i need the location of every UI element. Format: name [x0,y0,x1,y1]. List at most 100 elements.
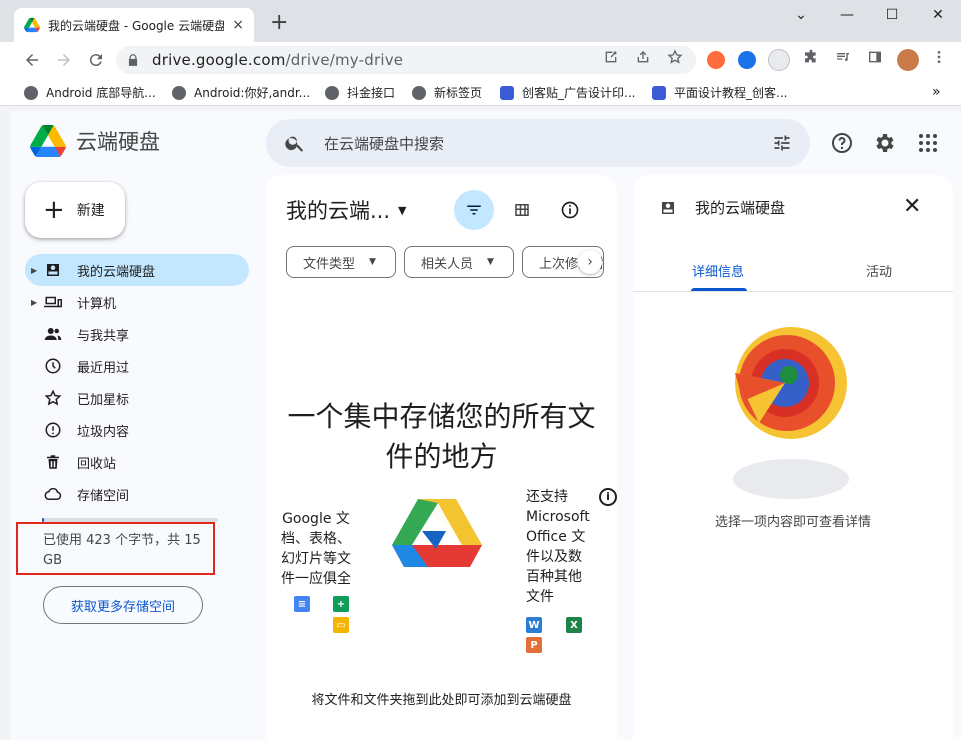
get-more-storage-button[interactable]: 获取更多存储空间 [43,586,203,624]
bookmarks-overflow-icon[interactable]: » [932,84,941,100]
drive-app: 云端硬盘 在云端硬盘中搜索 + 新建 ▶ 我的云端硬盘 ▶ 计算机 与我共享 最… [10,111,961,740]
tab-close-icon[interactable]: × [232,17,244,33]
star-icon [43,388,63,408]
sidebar-item-storage[interactable]: 存储空间 [25,478,249,510]
sidebar-item-my-drive[interactable]: ▶ 我的云端硬盘 [25,254,249,286]
sidebar-item-spam[interactable]: 垃圾内容 [25,414,249,446]
forward-icon[interactable] [52,48,76,72]
docs-icon: ≡ [294,596,310,612]
url-host: drive.google.com [152,51,286,69]
bookmark-item[interactable]: Android:你好,andr... [172,84,310,101]
page-title-text: 我的云端... [286,199,391,223]
globe-icon [412,85,426,100]
info-icon[interactable]: i [599,488,617,506]
details-title: 我的云端硬盘 [695,199,786,217]
main-content: 我的云端... ▼ 文件类型▼ 相关人员▼ 上次修改时间 › 一个集中存储您的所… [266,175,617,740]
search-icon[interactable] [284,132,306,154]
close-icon[interactable]: ✕ [903,195,921,219]
drive-icon [662,201,674,214]
office-support-text: 还支持 Microsoft Office 文件以及数百种其他文件 [526,489,590,605]
chevron-right-icon[interactable]: › [578,250,602,274]
sheets-icon: + [333,596,349,612]
extension-3-icon[interactable] [768,49,790,71]
browser-tab-bar: 我的云端硬盘 - Google 云端硬盘 × + ⌄ — ☐ ✕ [0,0,961,42]
sidebar-item-label: 回收站 [77,456,117,472]
drive-logo-link[interactable]: 云端硬盘 [30,125,160,157]
bookmark-star-icon[interactable] [666,48,684,66]
browser-menu-icon[interactable] [930,48,948,66]
expand-arrow-icon[interactable]: ▶ [31,266,37,275]
help-icon[interactable] [830,131,854,155]
reload-icon[interactable] [84,48,108,72]
lock-icon [128,54,138,66]
bookmark-label: 创客贴_广告设计印... [522,86,636,100]
new-button[interactable]: + 新建 [25,182,125,238]
slides-icon: ▭ [333,617,349,633]
chip-label: 文件类型 [303,256,356,272]
view-details-button[interactable] [558,198,582,222]
filter-chip-type[interactable]: 文件类型 ▼ [286,246,396,278]
side-panel-icon[interactable] [866,48,884,66]
details-panel: 我的云端硬盘 ✕ 详细信息 活动 选择一项内容即可查看详情 [633,175,953,740]
excel-icon: X [566,617,582,633]
close-window-icon[interactable]: ✕ [923,4,953,26]
bookmark-label: 新标签页 [434,86,483,100]
sidebar-item-starred[interactable]: 已加星标 [25,382,249,414]
filter-toggle-button[interactable] [454,190,494,230]
drive-logo-icon [30,125,66,157]
sidebar-item-label: 我的云端硬盘 [77,264,156,280]
storage-usage-text: 已使用 423 个字节，共 15 GB [43,533,201,568]
back-icon[interactable] [20,48,44,72]
extension-1-icon[interactable] [707,51,725,69]
extensions-puzzle-icon[interactable] [802,48,820,66]
tab-search-icon[interactable]: ⌄ [786,4,816,26]
sidebar-item-computers[interactable]: ▶ 计算机 [25,286,249,318]
search-input[interactable]: 在云端硬盘中搜索 [324,133,444,154]
bookmark-label: 平面设计教程_创客... [674,86,788,100]
page-title[interactable]: 我的云端... ▼ [286,195,407,225]
bookmark-item[interactable]: 新标签页 [412,84,482,101]
sidebar-nav: ▶ 我的云端硬盘 ▶ 计算机 与我共享 最近用过 已加星标 垃圾内容 回收站 存… [25,254,249,510]
computer-icon [43,292,63,312]
hero-text: 一个集中存储您的所有文件的地方 [287,400,596,473]
sidebar-item-label: 计算机 [77,296,117,312]
settings-gear-icon[interactable] [873,131,897,155]
brand-name: 云端硬盘 [76,130,160,154]
bookmark-item[interactable]: 抖金接口 [325,84,395,101]
chevron-down-icon: ▼ [398,203,407,217]
cloud-icon [43,484,63,504]
tab-activity[interactable]: 活动 [866,261,892,280]
expand-arrow-icon[interactable]: ▶ [31,298,37,307]
search-options-icon[interactable] [772,133,792,153]
grid-view-icon [515,204,529,216]
browser-tab[interactable]: 我的云端硬盘 - Google 云端硬盘 × [14,8,254,42]
maximize-window-icon[interactable]: ☐ [877,4,907,26]
spam-icon [43,420,63,440]
bookmark-item[interactable]: 平面设计教程_创客... [652,84,787,101]
share-icon[interactable] [634,48,652,66]
sidebar-item-recent[interactable]: 最近用过 [25,350,249,382]
media-icon[interactable] [834,48,852,66]
url-path: /drive/my-drive [285,51,404,69]
profile-avatar[interactable] [897,49,919,71]
bookmarks-bar: Android 底部导航... Android:你好,andr... 抖金接口 … [0,78,961,106]
bookmark-item[interactable]: 创客贴_广告设计印... [500,84,635,101]
new-tab-button[interactable]: + [270,12,288,34]
bookmark-label: Android:你好,andr... [194,86,311,100]
search-bar[interactable]: 在云端硬盘中搜索 [266,119,810,167]
trash-icon [43,452,63,472]
tab-details[interactable]: 详细信息 [692,261,744,280]
globe-icon [172,85,186,100]
bookmark-item[interactable]: Android 底部导航... [24,84,156,101]
apps-grid-icon[interactable] [916,131,940,155]
grid-view-button[interactable] [510,198,534,222]
sidebar-item-trash[interactable]: 回收站 [25,446,249,478]
sidebar-item-shared[interactable]: 与我共享 [25,318,249,350]
details-header: 我的云端硬盘 [659,197,785,218]
minimize-window-icon[interactable]: — [832,4,862,26]
filter-chip-people[interactable]: 相关人员 ▼ [404,246,514,278]
sidebar-item-label: 已加星标 [77,392,130,408]
extension-2-icon[interactable] [738,51,756,69]
install-app-icon[interactable] [602,48,620,66]
drive-illustration-icon [392,499,482,567]
